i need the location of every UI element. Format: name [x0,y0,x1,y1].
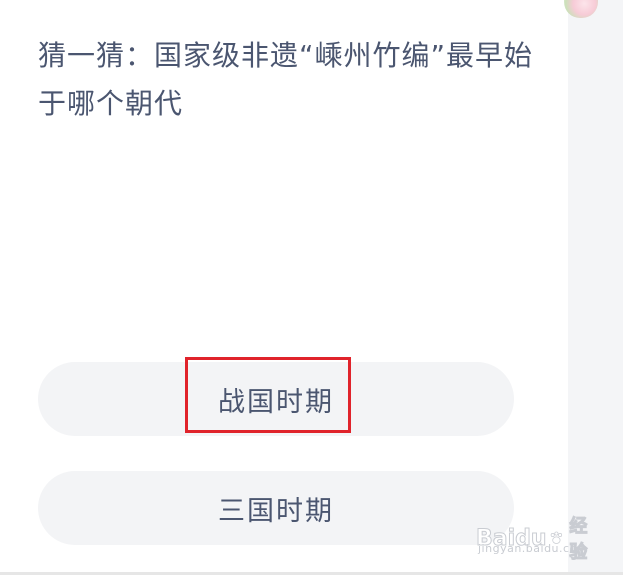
option-label-1: 战国时期 [218,386,334,418]
option-label-2: 三国时期 [218,495,334,527]
side-panel-strip [568,0,623,575]
watermark-url: jingyan.baidu.com [478,542,589,555]
question-text: 猜一猜：国家级非遗“嵊州竹编”最早始于哪个朝代 [38,39,534,120]
watermark-logo: Baidu 经验 [476,512,596,564]
quiz-screen: 猜一猜：国家级非遗“嵊州竹编”最早始于哪个朝代 战国时期 三国时期 Baidu … [0,0,623,575]
option-button-1[interactable]: 战国时期 [38,362,514,436]
watermark-product: 经验 [569,516,588,564]
option-button-2[interactable]: 三国时期 [38,471,514,545]
baidu-jingyan-watermark: Baidu 经验 jingyan.baidu.com [476,512,596,566]
